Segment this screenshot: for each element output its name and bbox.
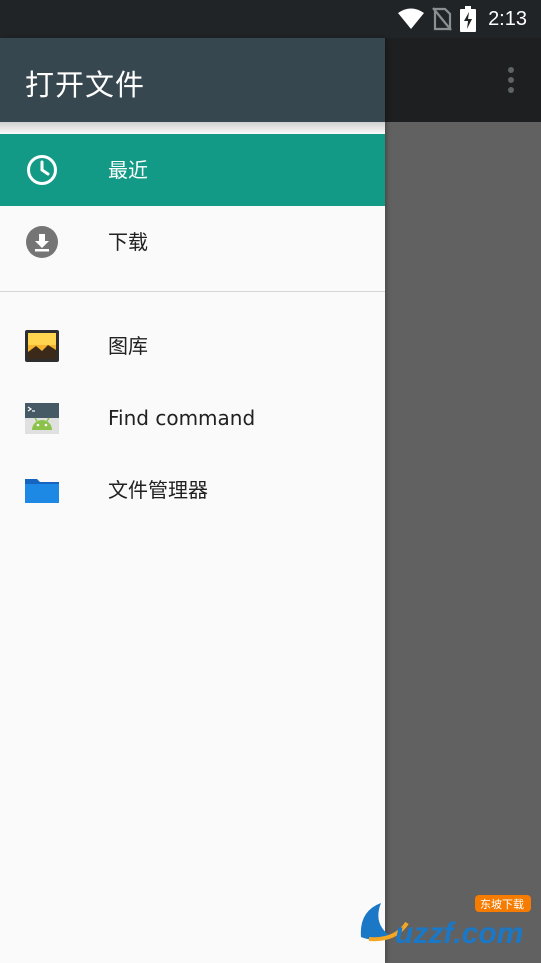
app-toolbar — [385, 38, 541, 122]
drawer-item-label: 文件管理器 — [108, 478, 208, 502]
watermark-logo: uzzf.com 东坡下载 — [360, 895, 531, 949]
more-options-icon[interactable] — [501, 64, 521, 96]
no-sim-icon — [432, 7, 452, 31]
status-icons: 2:13 — [398, 0, 527, 38]
navigation-drawer: 打开文件 最近 下载 图库 Find command 文件管理器 — [0, 38, 385, 963]
drawer-header: 打开文件 — [0, 38, 385, 122]
drawer-item-recent[interactable]: 最近 — [0, 134, 385, 206]
status-bar: 2:13 — [0, 0, 541, 38]
drawer-item-gallery[interactable]: 图库 — [0, 310, 385, 382]
drawer-scrim[interactable] — [385, 122, 541, 963]
drawer-item-label: Find command — [108, 406, 256, 430]
wifi-icon — [398, 8, 425, 29]
drawer-item-label: 图库 — [108, 334, 148, 358]
battery-charging-icon — [460, 6, 477, 32]
watermark-text: uzzf.com — [395, 917, 523, 949]
drawer-item-find-command[interactable]: Find command — [0, 382, 385, 454]
drawer-divider — [0, 291, 385, 292]
download-icon — [26, 226, 58, 258]
drawer-item-label: 最近 — [108, 158, 148, 182]
drawer-item-downloads[interactable]: 下载 — [0, 206, 385, 278]
watermark-tag: 东坡下载 — [480, 898, 524, 911]
drawer-title: 打开文件 — [25, 68, 146, 102]
drawer-item-label: 下载 — [108, 230, 148, 254]
header-shadow — [0, 122, 385, 134]
android-terminal-icon — [25, 403, 59, 434]
gallery-icon — [25, 330, 59, 362]
drawer-item-file-manager[interactable]: 文件管理器 — [0, 454, 385, 526]
folder-icon — [25, 479, 59, 503]
status-time: 2:13 — [488, 7, 527, 30]
clock-icon — [27, 155, 57, 185]
